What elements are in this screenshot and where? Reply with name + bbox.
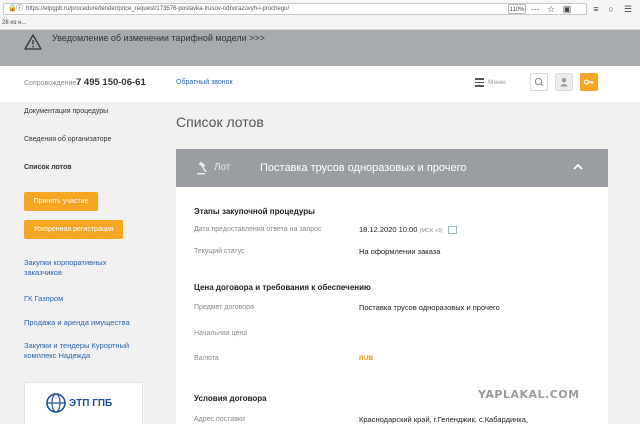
support-phone[interactable]: 7 495 150-06-61 — [76, 77, 146, 88]
search-icon — [534, 77, 544, 87]
user-button[interactable] — [555, 73, 573, 91]
gavel-icon — [197, 161, 207, 175]
lot-header[interactable]: Лот Поставка трусов одноразовых и прочег… — [176, 149, 608, 187]
sidebar-item-organizer[interactable]: Сведения об организаторе — [24, 136, 111, 143]
calendar-icon[interactable] — [448, 226, 457, 234]
globe-icon — [46, 393, 66, 413]
section-stages-title: Этапы закупочной процедуры — [194, 207, 315, 216]
menu-label[interactable]: Меню — [488, 79, 506, 86]
logo-text: ЭТП ГПБ — [69, 398, 113, 409]
lot-label: Лот — [214, 162, 231, 173]
address-bar[interactable]: 🔒 ⓘ https://etpgpb.ru/procedure/tender/p… — [3, 3, 587, 15]
lot-title: Поставка трусов одноразовых и прочего — [260, 162, 467, 174]
timezone-note: (МСК +3) — [419, 228, 443, 234]
response-date-value: 18.12.2020 10:00 (МСК +3) — [359, 225, 443, 234]
response-date-text: 18.12.2020 10:00 — [359, 225, 418, 234]
url-text: https://etpgpb.ru/procedure/tender/price… — [26, 6, 290, 12]
chevron-up-icon[interactable] — [572, 161, 584, 173]
status-value: На оформлении заказа — [359, 247, 441, 256]
sync-icon[interactable]: ○ — [605, 3, 617, 15]
link-gazprom[interactable]: ГК Газпром — [24, 294, 144, 304]
user-icon — [560, 78, 568, 87]
support-label: Сопровождение — [24, 80, 77, 87]
fast-register-button[interactable]: Ускоренная регистрация — [24, 220, 123, 239]
warning-icon — [24, 34, 42, 50]
delivery-address-label: Адрес поставки — [194, 416, 245, 423]
sidebar-item-lots[interactable]: Список лотов — [24, 164, 72, 171]
hamburger-icon[interactable] — [475, 78, 484, 87]
site-header: Сопровождение 7 495 150-06-61 Обратный з… — [0, 66, 640, 102]
currency-label: Валюта — [194, 355, 219, 362]
login-button[interactable] — [580, 73, 598, 91]
response-date-label: Дата предоставления ответа на запрос — [194, 226, 322, 233]
initial-price-label: Начальная цена — [194, 330, 248, 337]
status-label: Текущий статус — [194, 248, 245, 255]
zoom-level[interactable]: 110% — [508, 4, 526, 14]
search-button[interactable] — [530, 73, 548, 91]
sidebar-item-documentation[interactable]: Документация процедуры — [24, 108, 108, 115]
site-info-icon[interactable]: ⓘ — [16, 5, 23, 13]
delivery-address-value: Краснодарский край, г.Геленджик, с.Кабар… — [359, 415, 528, 424]
section-price-title: Цена договора и требования к обеспечению — [194, 283, 371, 292]
lock-icon: 🔒 — [8, 5, 17, 12]
bookmark-item[interactable]: 28 из н... — [0, 19, 26, 27]
subject-label: Предмет договора — [194, 304, 254, 311]
etp-gpb-logo[interactable]: ЭТП ГПБ — [24, 382, 143, 424]
section-conditions-title: Условия договора — [194, 394, 267, 403]
link-property-sale[interactable]: Продажа и аренда имущества — [24, 318, 144, 328]
key-icon — [583, 79, 594, 85]
notice-bar: Уведомление об изменении тарифной модели… — [0, 30, 640, 66]
reader-icon[interactable]: ▣ — [561, 3, 573, 15]
page-title: Список лотов — [176, 114, 264, 130]
watermark: YAPLAKAL.COM — [478, 388, 580, 401]
bookmark-star-icon[interactable]: ☆ — [545, 3, 557, 15]
callback-link[interactable]: Обратный звонок — [176, 79, 233, 86]
subject-value: Поставка трусов одноразовых и прочего — [359, 303, 500, 312]
currency-value: RUB — [359, 355, 374, 362]
browser-chrome: 🔒 ⓘ https://etpgpb.ru/procedure/tender/p… — [0, 0, 640, 30]
library-icon[interactable]: ≡ — [590, 3, 602, 15]
sidebar: Документация процедуры Сведения об орган… — [0, 102, 160, 424]
link-nadezhda[interactable]: Закупки и тендеры Курортный комплекс Над… — [24, 341, 144, 361]
menu-icon[interactable]: ☰ — [622, 3, 634, 15]
more-icon[interactable]: ⋯ — [529, 3, 541, 15]
link-corporate-purchases[interactable]: Закупки корпоративных заказчиков — [24, 258, 144, 278]
apply-button[interactable]: Принять участие — [24, 192, 98, 211]
notice-link[interactable]: Уведомление об изменении тарифной модели… — [52, 33, 265, 43]
